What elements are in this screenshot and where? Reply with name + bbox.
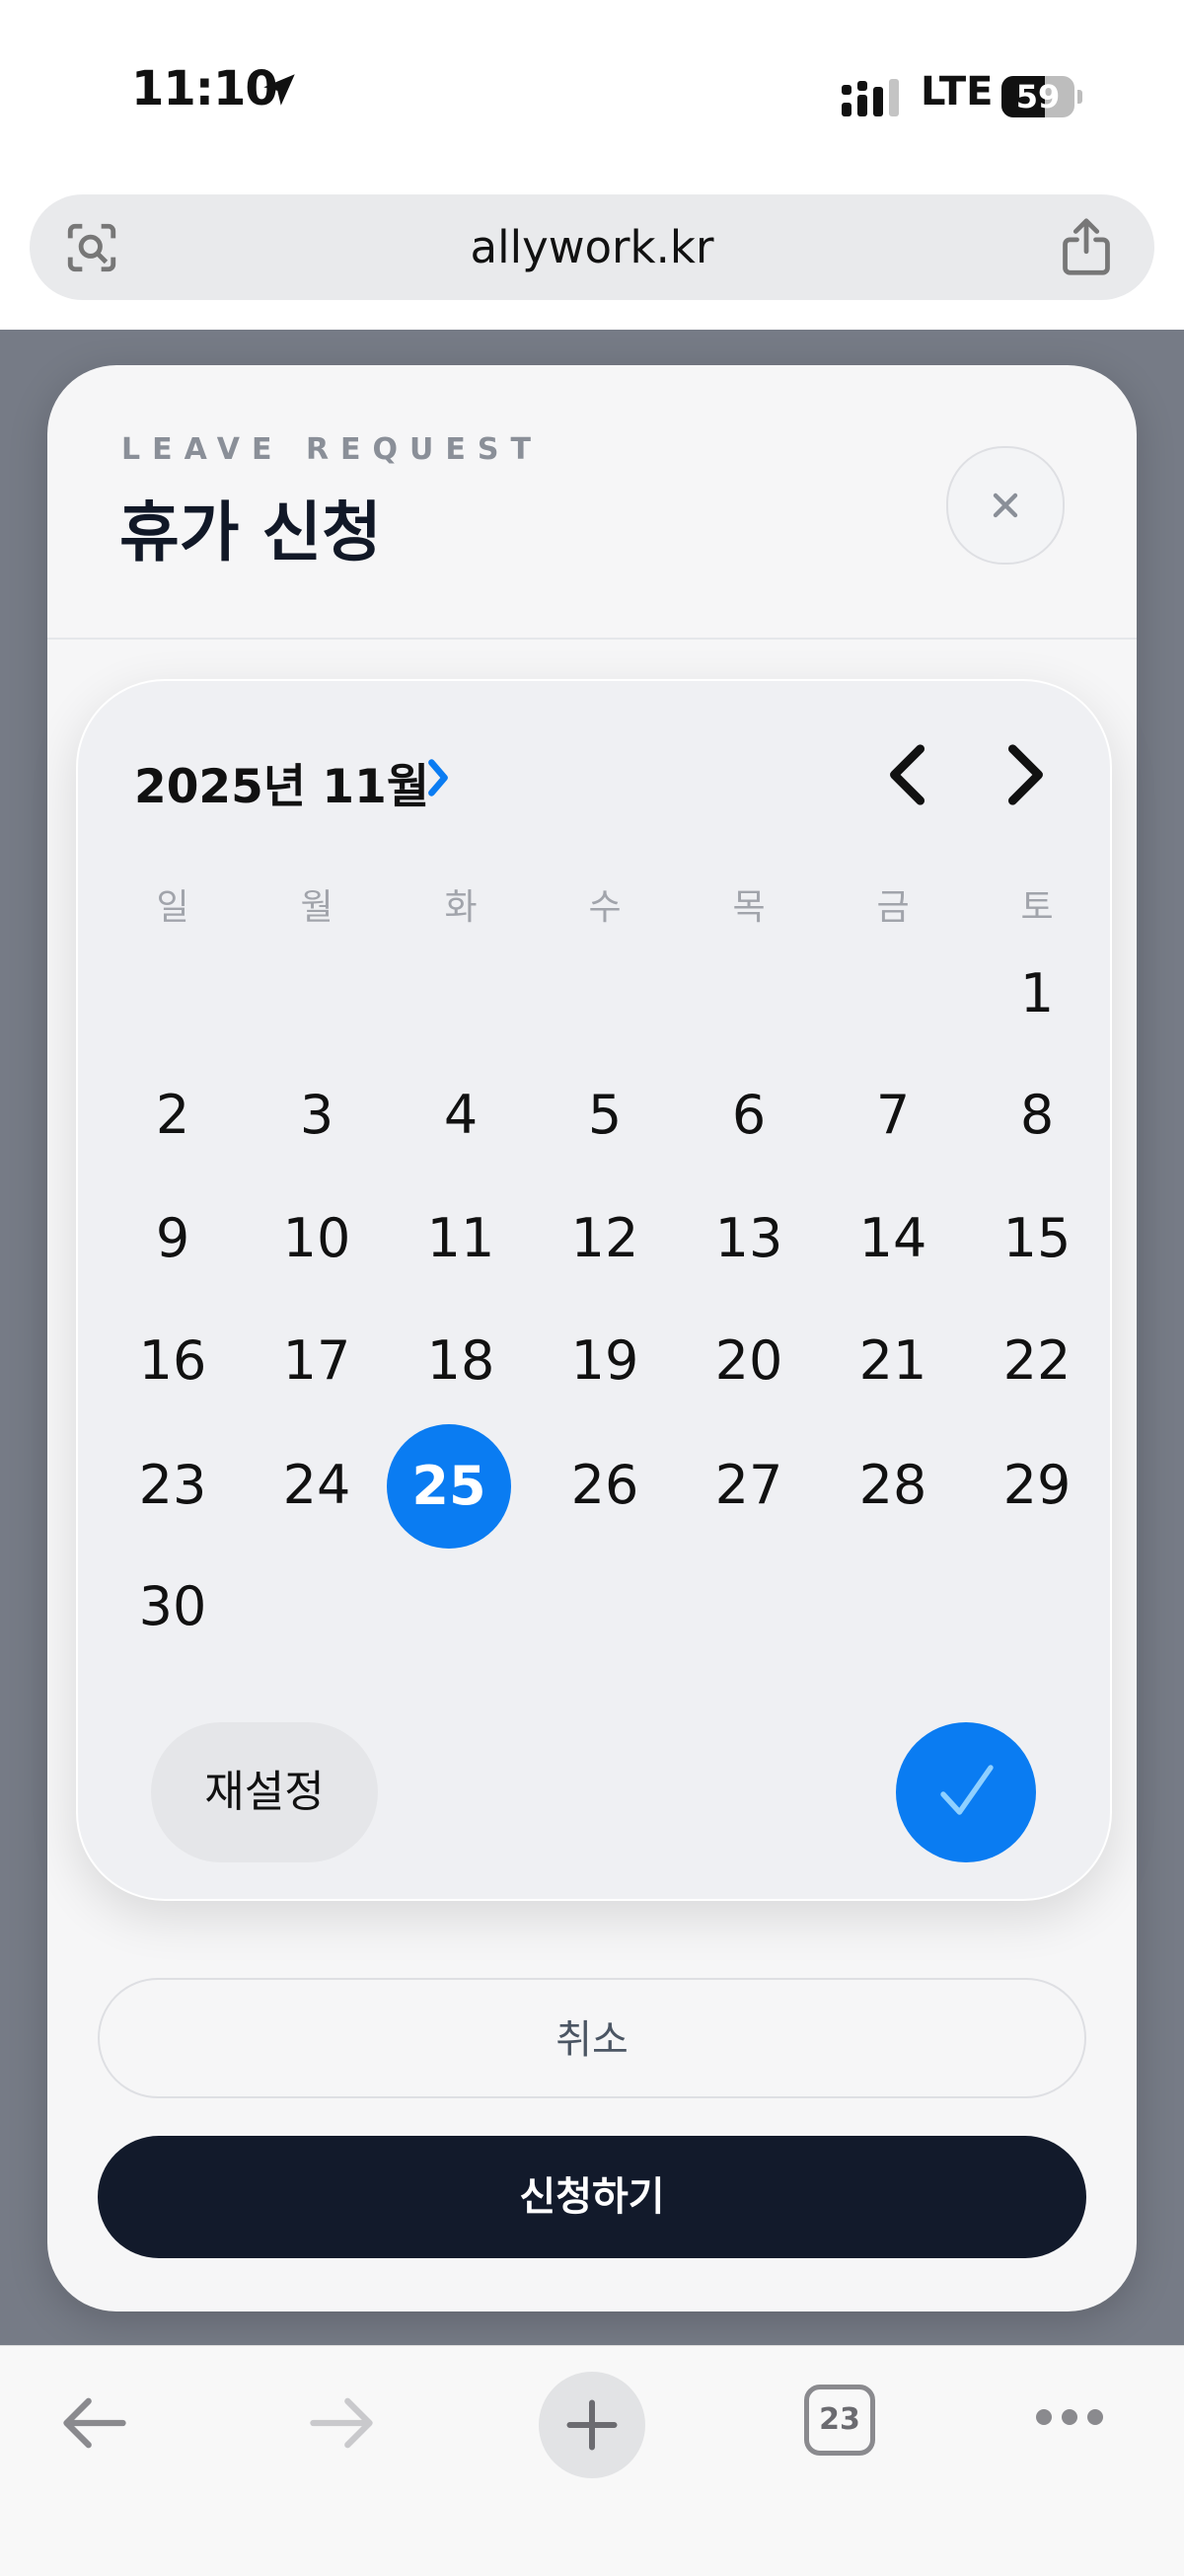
calendar-day[interactable]: 8 (965, 1054, 1109, 1176)
calendar-day[interactable]: 14 (821, 1177, 965, 1300)
weekday-label: 토 (1020, 887, 1054, 928)
signal-icon (842, 79, 899, 116)
network-type: LTE (921, 69, 994, 114)
month-year-label[interactable]: 2025년 11월 (134, 748, 429, 816)
status-bar: 11:10 LTE 59 (0, 0, 1184, 188)
forward-arrow-icon[interactable] (304, 2386, 379, 2461)
weekday-label: 월 (300, 887, 333, 928)
close-button[interactable] (946, 446, 1065, 565)
calendar-day[interactable]: 10 (245, 1177, 389, 1300)
status-time: 11:10 (131, 61, 278, 116)
prev-month-button[interactable] (879, 740, 938, 809)
submit-button[interactable]: 신청하기 (98, 2136, 1086, 2258)
chevron-right-icon[interactable] (423, 756, 453, 799)
address-bar[interactable]: allywork.kr (30, 194, 1154, 300)
checkmark-icon (940, 1765, 994, 1815)
calendar-day[interactable]: 1 (965, 933, 1109, 1055)
cancel-button[interactable]: 취소 (98, 1978, 1086, 2098)
next-month-button[interactable] (995, 740, 1054, 809)
weekday-label: 금 (876, 887, 910, 928)
browser-toolbar: 23 (0, 2345, 1184, 2576)
selected-day[interactable]: 25 (387, 1424, 511, 1549)
weekday-label: 목 (732, 887, 766, 928)
new-tab-button[interactable] (539, 2372, 645, 2478)
calendar-day[interactable]: 29 (965, 1424, 1109, 1547)
back-arrow-icon[interactable] (57, 2386, 132, 2461)
calendar-day[interactable]: 30 (101, 1546, 245, 1668)
tabs-button[interactable]: 23 (804, 2385, 875, 2456)
calendar-day[interactable]: 13 (677, 1177, 821, 1300)
url-text[interactable]: allywork.kr (30, 194, 1154, 300)
calendar-day[interactable]: 11 (389, 1177, 533, 1300)
weekday-label: 수 (588, 887, 622, 928)
location-arrow-icon (263, 74, 295, 106)
calendar-day[interactable]: 9 (101, 1177, 245, 1300)
calendar-day[interactable]: 4 (389, 1054, 533, 1176)
date-picker: 2025년 11월 일월화수목금토 1 2 3 4 5 6 7 8 9 10 11 12 13 14 15 1… (76, 679, 1112, 1901)
calendar-day[interactable]: 18 (389, 1300, 533, 1422)
calendar-day[interactable]: 20 (677, 1300, 821, 1422)
calendar-day[interactable]: 15 (965, 1177, 1109, 1300)
calendar-day[interactable]: 26 (533, 1424, 677, 1547)
calendar-day[interactable]: 24 (245, 1424, 389, 1547)
calendar-day[interactable]: 3 (245, 1054, 389, 1176)
weekday-label: 일 (156, 887, 189, 928)
calendar-day[interactable]: 22 (965, 1300, 1109, 1422)
confirm-button[interactable] (896, 1722, 1036, 1862)
calendar-day[interactable]: 17 (245, 1300, 389, 1422)
calendar-day[interactable]: 5 (533, 1054, 677, 1176)
calendar-day[interactable]: 7 (821, 1054, 965, 1176)
battery-icon: 59 (1001, 76, 1082, 117)
close-icon (993, 492, 1018, 518)
reset-button[interactable]: 재설정 (151, 1722, 378, 1862)
calendar-day[interactable]: 19 (533, 1300, 677, 1422)
calendar-day[interactable]: 12 (533, 1177, 677, 1300)
calendar-day[interactable]: 16 (101, 1300, 245, 1422)
calendar-day[interactable]: 23 (101, 1424, 245, 1547)
divider (47, 638, 1137, 640)
more-dots-icon[interactable] (1034, 2405, 1105, 2429)
modal-eyebrow: LEAVE REQUEST (121, 432, 543, 467)
modal-title: 휴가 신청 (119, 494, 382, 570)
calendar-day[interactable]: 27 (677, 1424, 821, 1547)
plus-icon (566, 2399, 618, 2451)
share-icon[interactable] (1058, 216, 1115, 277)
battery-level: 59 (1015, 78, 1061, 115)
calendar-day[interactable]: 21 (821, 1300, 965, 1422)
calendar-day[interactable]: 2 (101, 1054, 245, 1176)
calendar-day[interactable]: 28 (821, 1424, 965, 1547)
weekday-label: 화 (444, 887, 478, 928)
calendar-day[interactable]: 6 (677, 1054, 821, 1176)
